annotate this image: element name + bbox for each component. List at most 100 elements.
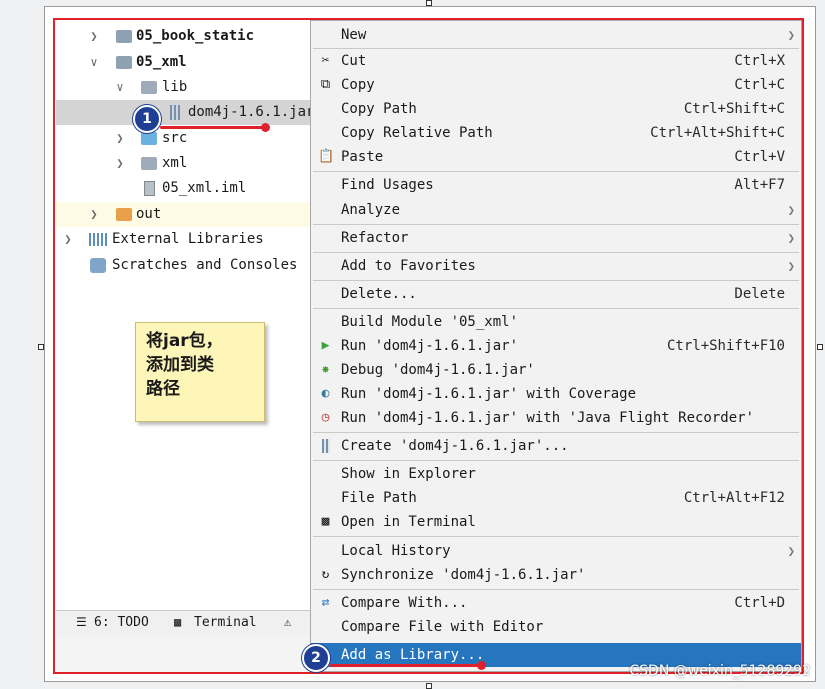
source-folder-icon xyxy=(141,132,157,145)
clipboard-icon: 📋 xyxy=(318,149,335,164)
menu-separator xyxy=(313,280,799,281)
iml-file-icon xyxy=(144,181,155,196)
tree-item-05-book-static[interactable]: ❯ 05_book_static xyxy=(56,24,312,49)
menu-item-find-usages[interactable]: Find Usages Alt+F7 xyxy=(311,173,801,197)
terminal-tab[interactable]: Terminal xyxy=(194,615,257,630)
warning-icon: ⚠ xyxy=(284,615,292,629)
tree-item-label: out xyxy=(136,206,162,222)
scratches-icon xyxy=(90,258,106,273)
tree-item-label: 05_xml xyxy=(136,54,187,70)
menu-separator xyxy=(313,536,799,537)
list-icon: ☰ xyxy=(76,615,87,629)
tool-window-bar: ☰ 6: TODO ▩ Terminal ⚠ xyxy=(56,610,312,637)
tree-item-out[interactable]: ❯ out xyxy=(56,202,312,227)
module-folder-icon xyxy=(116,30,132,43)
chevron-down-icon[interactable]: ∨ xyxy=(87,50,101,75)
submenu-arrow-icon: ❯ xyxy=(787,203,795,217)
folder-icon xyxy=(141,157,157,170)
menu-item-new[interactable]: New ❯ xyxy=(311,23,801,47)
terminal-icon: ▩ xyxy=(174,615,182,629)
submenu-arrow-icon: ❯ xyxy=(787,28,795,42)
menu-item-cut[interactable]: ✂ Cut Ctrl+X xyxy=(311,49,801,73)
chevron-right-icon[interactable]: ❯ xyxy=(61,227,75,252)
menu-item-open-in-terminal[interactable]: ▩ Open in Terminal xyxy=(311,510,801,534)
menu-item-copy-path[interactable]: Copy Path Ctrl+Shift+C xyxy=(311,97,801,121)
menu-item-refactor[interactable]: Refactor ❯ xyxy=(311,226,801,250)
tree-item-dom4j-jar[interactable]: dom4j-1.6.1.jar xyxy=(56,100,312,125)
tree-item-label: src xyxy=(162,130,188,146)
menu-item-add-to-favorites[interactable]: Add to Favorites ❯ xyxy=(311,254,801,278)
chevron-right-icon[interactable]: ❯ xyxy=(113,126,127,151)
submenu-arrow-icon: ❯ xyxy=(787,231,795,245)
menu-item-build-module[interactable]: Build Module '05_xml' xyxy=(311,310,801,334)
tree-item-label: 05_xml.iml xyxy=(162,180,247,196)
submenu-arrow-icon: ❯ xyxy=(787,259,795,273)
module-folder-icon xyxy=(116,56,132,69)
selection-handle xyxy=(426,683,432,689)
status-bar xyxy=(56,637,312,673)
copy-icon: ⧉ xyxy=(320,77,331,92)
menu-item-run[interactable]: ▶ Run 'dom4j-1.6.1.jar' Ctrl+Shift+F10 xyxy=(311,334,801,358)
tree-item-src[interactable]: ❯ src xyxy=(56,126,312,151)
menu-item-synchronize[interactable]: ↻ Synchronize 'dom4j-1.6.1.jar' xyxy=(311,563,801,587)
tree-item-lib[interactable]: ∨ lib xyxy=(56,75,312,100)
coverage-icon: ◐ xyxy=(321,386,330,401)
menu-item-show-in-explorer[interactable]: Show in Explorer xyxy=(311,462,801,486)
chevron-right-icon[interactable]: ❯ xyxy=(87,24,101,49)
menu-item-analyze[interactable]: Analyze ❯ xyxy=(311,198,801,222)
menu-item-compare-with[interactable]: ⇄ Compare With... Ctrl+D xyxy=(311,591,801,615)
menu-separator xyxy=(313,460,799,461)
selection-handle xyxy=(38,344,44,350)
todo-tab[interactable]: 6: TODO xyxy=(94,615,149,630)
terminal-icon: ▩ xyxy=(321,514,330,529)
jar-icon xyxy=(170,105,180,120)
step-badge-2: 2 xyxy=(302,644,330,672)
annotation-underline xyxy=(330,664,482,667)
profiler-icon: ◷ xyxy=(321,410,330,425)
compare-icon: ⇄ xyxy=(321,595,330,610)
menu-separator xyxy=(313,224,799,225)
annotation-dot xyxy=(477,661,486,670)
menu-item-copy[interactable]: ⧉ Copy Ctrl+C xyxy=(311,73,801,97)
tree-item-external-libraries[interactable]: ❯ External Libraries xyxy=(56,227,312,252)
menu-item-debug[interactable]: ✸ Debug 'dom4j-1.6.1.jar' xyxy=(311,358,801,382)
menu-item-create[interactable]: Create 'dom4j-1.6.1.jar'... xyxy=(311,434,801,458)
tree-item-05-xml-iml[interactable]: 05_xml.iml xyxy=(56,176,312,201)
menu-separator xyxy=(313,589,799,590)
libraries-icon xyxy=(89,233,107,246)
jar-icon xyxy=(318,439,333,453)
tree-item-label: External Libraries xyxy=(112,231,264,247)
tree-item-label: dom4j-1.6.1.jar xyxy=(188,104,312,120)
menu-item-delete[interactable]: Delete... Delete xyxy=(311,282,801,306)
tree-item-label: lib xyxy=(162,79,188,95)
menu-item-copy-relative-path[interactable]: Copy Relative Path Ctrl+Alt+Shift+C xyxy=(311,121,801,145)
submenu-arrow-icon: ❯ xyxy=(787,544,795,558)
chevron-down-icon[interactable]: ∨ xyxy=(113,75,127,100)
menu-item-file-path[interactable]: File Path Ctrl+Alt+F12 xyxy=(311,486,801,510)
menu-item-compare-file-with-editor[interactable]: Compare File with Editor xyxy=(311,615,801,639)
menu-separator xyxy=(313,171,799,172)
tree-item-scratches[interactable]: Scratches and Consoles xyxy=(56,253,312,278)
menu-separator xyxy=(313,432,799,433)
folder-icon xyxy=(141,81,157,94)
menu-separator xyxy=(313,308,799,309)
chevron-right-icon[interactable]: ❯ xyxy=(113,151,127,176)
annotation-note: 将jar包， 添加到类 路径 xyxy=(135,322,265,422)
menu-item-run-flight-recorder[interactable]: ◷ Run 'dom4j-1.6.1.jar' with 'Java Fligh… xyxy=(311,406,801,430)
menu-item-local-history[interactable]: Local History ❯ xyxy=(311,539,801,563)
chevron-right-icon[interactable]: ❯ xyxy=(87,202,101,227)
menu-item-run-coverage[interactable]: ◐ Run 'dom4j-1.6.1.jar' with Coverage xyxy=(311,382,801,406)
tree-item-xml[interactable]: ❯ xml xyxy=(56,151,312,176)
menu-separator xyxy=(313,252,799,253)
scissors-icon: ✂ xyxy=(321,53,330,68)
selection-handle xyxy=(817,344,823,350)
annotation-dot xyxy=(261,123,270,132)
annotation-underline xyxy=(160,126,266,129)
tree-item-05-xml[interactable]: ∨ 05_xml xyxy=(56,50,312,75)
tree-item-label: xml xyxy=(162,155,188,171)
project-tree: ❯ 05_book_static ∨ 05_xml ∨ lib dom4j-1.… xyxy=(56,20,312,610)
selection-handle xyxy=(426,0,432,6)
debug-icon: ✸ xyxy=(321,362,330,377)
watermark: CSDN @weixin_51289292 xyxy=(629,663,811,679)
menu-item-paste[interactable]: 📋 Paste Ctrl+V xyxy=(311,145,801,169)
